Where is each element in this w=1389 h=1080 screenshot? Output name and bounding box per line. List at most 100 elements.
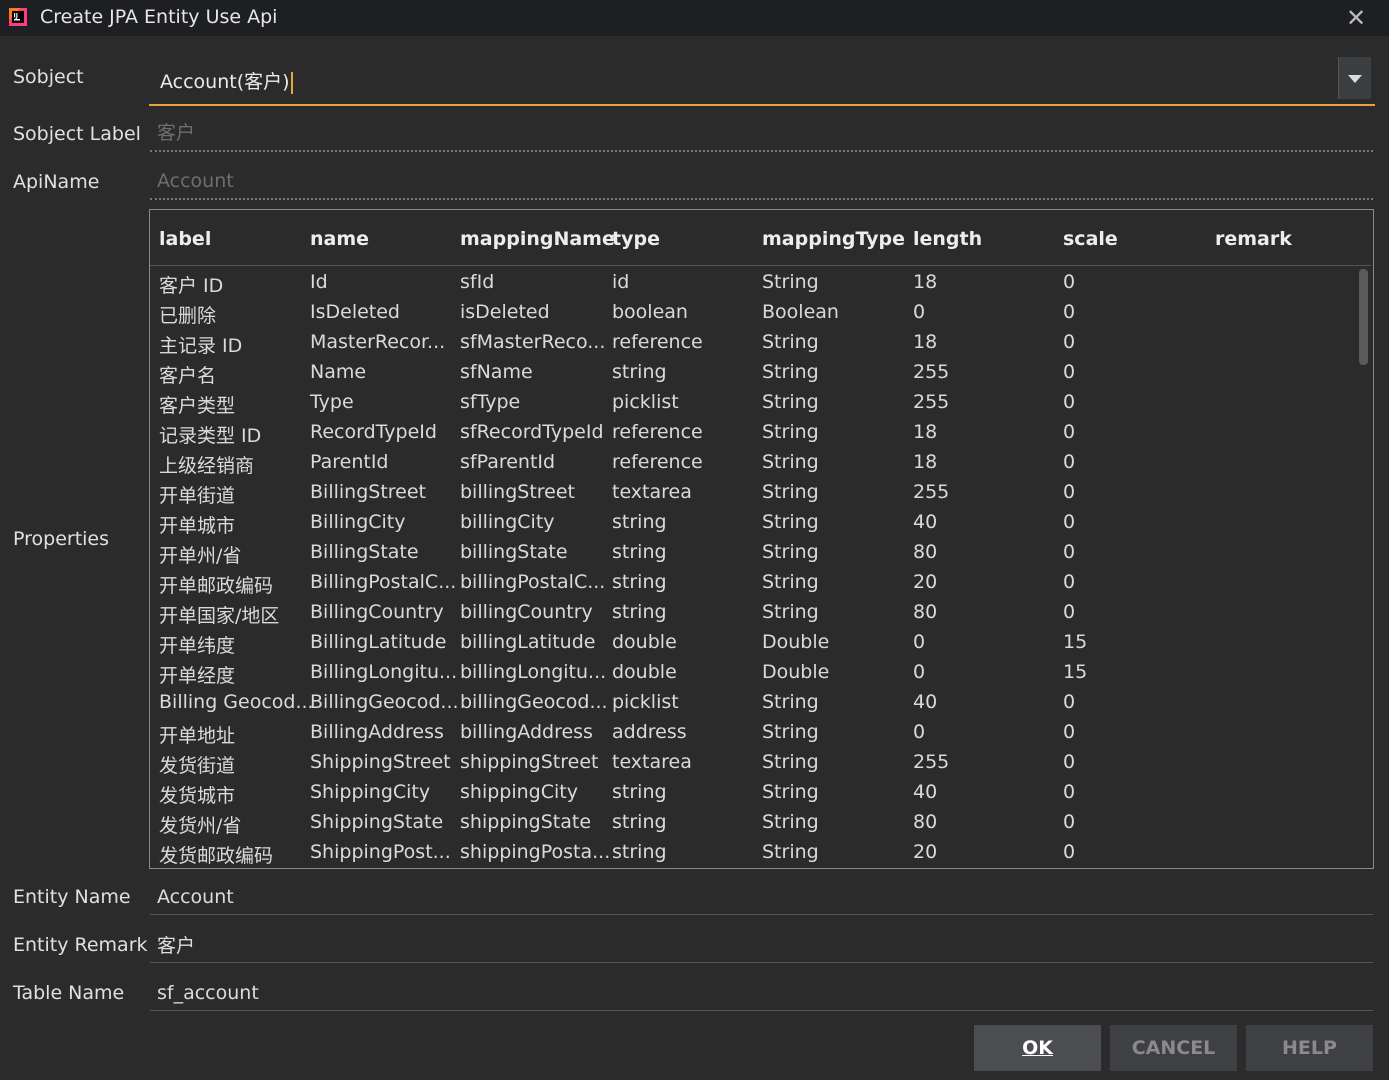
cell-name[interactable]: BillingPostalC... [310, 571, 456, 593]
cell-mapping-name[interactable]: sfParentId [460, 451, 555, 473]
cell-name[interactable]: ShippingState [310, 811, 443, 833]
cell-name[interactable]: MasterRecor... [310, 331, 445, 353]
cell-type[interactable]: address [612, 721, 687, 743]
cell-name[interactable]: BillingLatitude [310, 631, 446, 653]
cell-scale[interactable]: 0 [1063, 391, 1075, 413]
cell-scale[interactable]: 0 [1063, 481, 1075, 503]
dropdown-button[interactable] [1338, 57, 1371, 99]
cell-mapping-type[interactable]: String [762, 361, 819, 383]
cell-length[interactable]: 40 [913, 511, 937, 533]
table-row[interactable]: 发货邮政编码 ShippingPost... shippingPosta... str… [150, 837, 1350, 867]
table-row[interactable]: 开单经度 BillingLongitu... billingLongitu... do… [150, 657, 1350, 687]
cell-scale[interactable]: 0 [1063, 721, 1075, 743]
table-row[interactable]: 上级经销商 ParentId sfParentId reference String 18… [150, 447, 1350, 477]
cell-label[interactable]: 客户名 [159, 361, 216, 388]
table-name-input[interactable] [150, 975, 1373, 1011]
cell-length[interactable]: 80 [913, 601, 937, 623]
column-header-label[interactable]: label [159, 228, 211, 250]
cell-scale[interactable]: 0 [1063, 691, 1075, 713]
cell-label[interactable]: 客户 ID [159, 271, 223, 298]
cell-type[interactable]: textarea [612, 481, 692, 503]
table-row[interactable]: 开单邮政编码 BillingPostalC... billingPostalC...… [150, 567, 1350, 597]
cell-scale[interactable]: 0 [1063, 301, 1075, 323]
cell-length[interactable]: 255 [913, 481, 949, 503]
cell-mapping-name[interactable]: billingCountry [460, 601, 593, 623]
cell-mapping-type[interactable]: String [762, 541, 819, 563]
column-header-name[interactable]: name [310, 228, 369, 250]
table-row[interactable]: 已删除 IsDeleted isDeleted boolean Boolean 0 0 [150, 297, 1350, 327]
cell-scale[interactable]: 0 [1063, 361, 1075, 383]
cell-mapping-type[interactable]: String [762, 481, 819, 503]
cell-type[interactable]: reference [612, 421, 703, 443]
cell-length[interactable]: 0 [913, 631, 925, 653]
cell-length[interactable]: 255 [913, 751, 949, 773]
cell-label[interactable]: Billing Geocod... [159, 691, 314, 713]
table-row[interactable]: 开单纬度 BillingLatitude billingLatitude double… [150, 627, 1350, 657]
column-header-type[interactable]: type [612, 228, 660, 250]
cell-type[interactable]: string [612, 571, 667, 593]
cell-scale[interactable]: 0 [1063, 511, 1075, 533]
cell-mapping-name[interactable]: sfName [460, 361, 533, 383]
cell-type[interactable]: string [612, 781, 667, 803]
cell-mapping-name[interactable]: shippingStreet [460, 751, 598, 773]
cell-mapping-type[interactable]: String [762, 721, 819, 743]
cell-label[interactable]: 上级经销商 [159, 451, 254, 478]
cell-name[interactable]: Name [310, 361, 366, 383]
cell-type[interactable]: double [612, 661, 677, 683]
cell-name[interactable]: ParentId [310, 451, 389, 473]
cell-name[interactable]: BillingGeocod... [310, 691, 459, 713]
table-row[interactable]: 发货州/省 ShippingState shippingState string Str… [150, 807, 1350, 837]
cell-scale[interactable]: 0 [1063, 541, 1075, 563]
cell-type[interactable]: string [612, 361, 667, 383]
cell-mapping-type[interactable]: String [762, 691, 819, 713]
cell-scale[interactable]: 0 [1063, 841, 1075, 863]
cell-label[interactable]: 客户类型 [159, 391, 235, 418]
cell-name[interactable]: BillingCity [310, 511, 406, 533]
cell-mapping-name[interactable]: billingPostalC... [460, 571, 605, 593]
cell-label[interactable]: 开单城市 [159, 511, 235, 538]
table-row[interactable]: 主记录 ID MasterRecor... sfMasterReco... refer… [150, 327, 1350, 357]
cell-label[interactable]: 发货邮政编码 [159, 841, 273, 867]
cell-scale[interactable]: 0 [1063, 451, 1075, 473]
column-header-mapping-type[interactable]: mappingType [762, 228, 905, 250]
cell-type[interactable]: reference [612, 451, 703, 473]
help-button[interactable]: HELP [1246, 1025, 1373, 1071]
cell-name[interactable]: Type [310, 391, 354, 413]
table-row[interactable]: 客户 ID Id sfId id String 18 0 [150, 267, 1350, 297]
cell-length[interactable]: 80 [913, 541, 937, 563]
close-icon[interactable]: ✕ [1346, 4, 1366, 32]
cell-name[interactable]: BillingState [310, 541, 419, 563]
table-row[interactable]: 开单国家/地区 BillingCountry billingCountry strin… [150, 597, 1350, 627]
cell-mapping-name[interactable]: billingGeocod... [460, 691, 608, 713]
sobject-combobox[interactable]: Account(客户) [149, 54, 1375, 106]
cell-name[interactable]: ShippingStreet [310, 751, 451, 773]
api-name-input[interactable] [150, 164, 1373, 200]
entity-remark-input[interactable] [150, 927, 1373, 963]
ok-button[interactable]: OK [974, 1025, 1101, 1071]
cancel-button[interactable]: CANCEL [1110, 1025, 1237, 1071]
cell-mapping-type[interactable]: String [762, 271, 819, 293]
cell-length[interactable]: 18 [913, 421, 937, 443]
column-header-length[interactable]: length [913, 228, 982, 250]
cell-scale[interactable]: 0 [1063, 571, 1075, 593]
cell-name[interactable]: ShippingPost... [310, 841, 451, 863]
cell-mapping-name[interactable]: billingLongitu... [460, 661, 606, 683]
vertical-scrollbar[interactable] [1359, 269, 1368, 365]
cell-mapping-type[interactable]: String [762, 811, 819, 833]
cell-mapping-type[interactable]: String [762, 421, 819, 443]
cell-mapping-name[interactable]: sfType [460, 391, 520, 413]
cell-label[interactable]: 发货街道 [159, 751, 235, 778]
cell-length[interactable]: 80 [913, 811, 937, 833]
cell-label[interactable]: 开单纬度 [159, 631, 235, 658]
sobject-value[interactable]: Account(客户) [160, 71, 290, 93]
cell-length[interactable]: 255 [913, 391, 949, 413]
cell-label[interactable]: 开单地址 [159, 721, 235, 748]
cell-label[interactable]: 主记录 ID [159, 331, 242, 358]
cell-name[interactable]: BillingAddress [310, 721, 444, 743]
table-row[interactable]: 开单地址 BillingAddress billingAddress address S… [150, 717, 1350, 747]
cell-length[interactable]: 0 [913, 721, 925, 743]
cell-mapping-type[interactable]: Double [762, 661, 829, 683]
cell-mapping-type[interactable]: String [762, 841, 819, 863]
cell-length[interactable]: 40 [913, 781, 937, 803]
table-row[interactable]: 发货城市 ShippingCity shippingCity string String… [150, 777, 1350, 807]
